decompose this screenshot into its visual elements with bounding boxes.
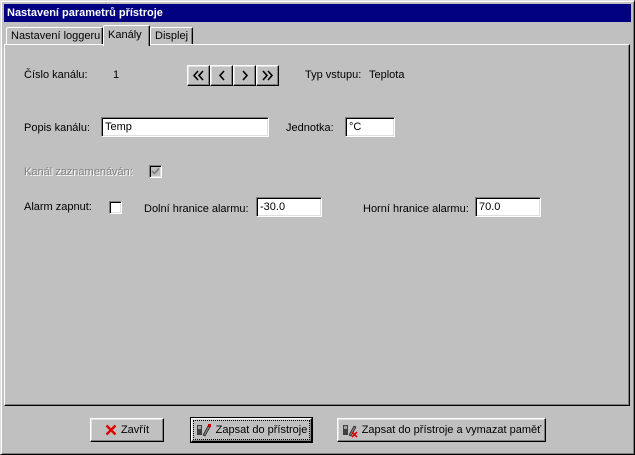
input-type-value: Teplota	[369, 69, 405, 81]
channel-description-input[interactable]: Temp	[101, 117, 269, 137]
focus-rect: Zapsat do přístroje	[192, 420, 311, 440]
next-channel-button[interactable]	[233, 65, 256, 86]
alarm-low-label: Dolní hranice alarmu:	[144, 203, 249, 215]
write-and-clear-button[interactable]: Zapsat do přístroje a vymazat paměť	[337, 418, 546, 442]
window-title: Nastavení parametrů přístroje	[7, 7, 163, 19]
title-bar[interactable]: Nastavení parametrů přístroje	[4, 4, 631, 22]
last-channel-button[interactable]	[256, 65, 279, 86]
alarm-low-input[interactable]: -30.0	[256, 197, 322, 217]
previous-icon	[218, 70, 225, 81]
channel-description-label: Popis kanálu:	[24, 122, 91, 134]
checkmark-icon	[151, 167, 160, 175]
next-icon	[241, 70, 248, 81]
first-icon	[192, 70, 204, 81]
tab-display[interactable]: Displej	[150, 27, 193, 44]
alarm-high-label: Horní hranice alarmu:	[363, 203, 469, 215]
first-channel-button[interactable]	[187, 65, 210, 86]
last-icon	[262, 70, 274, 81]
channel-recorded-label: Kanál zaznamenáván:	[24, 166, 133, 178]
button-bar: Zavřít Zapsat do přístroje Zapsat do pří…	[1, 406, 634, 454]
channel-number-value: 1	[113, 69, 120, 81]
input-type-label: Typ vstupu:	[305, 69, 362, 81]
alarm-high-input[interactable]: 70.0	[475, 197, 541, 217]
tab-panel-channels: Číslo kanálu: 1 Typ vstupu: Teplota Popi…	[4, 44, 630, 406]
previous-channel-button[interactable]	[210, 65, 233, 86]
channel-recorded-checkbox[interactable]	[149, 165, 162, 178]
unit-label: Jednotka:	[286, 122, 334, 134]
close-button-label: Zavřít	[120, 424, 150, 436]
write-and-clear-label: Zapsat do přístroje a vymazat paměť	[361, 424, 542, 436]
tab-logger-settings[interactable]: Nastavení loggeru	[6, 27, 103, 44]
alarm-enabled-label: Alarm zapnut:	[24, 201, 92, 213]
dialog-window: Nastavení parametrů přístroje Číslo kaná…	[0, 0, 635, 455]
write-to-device-button[interactable]: Zapsat do přístroje	[190, 417, 313, 443]
write-to-device-label: Zapsat do přístroje	[215, 424, 308, 436]
device-write-icon	[196, 424, 211, 437]
unit-input[interactable]: °C	[345, 117, 395, 137]
channel-number-label: Číslo kanálu:	[24, 69, 88, 81]
close-icon	[105, 424, 117, 436]
device-write-clear-icon	[342, 425, 358, 438]
tab-channels[interactable]: Kanály	[103, 25, 150, 46]
close-button[interactable]: Zavřít	[90, 418, 164, 442]
alarm-enabled-checkbox[interactable]	[109, 201, 122, 214]
